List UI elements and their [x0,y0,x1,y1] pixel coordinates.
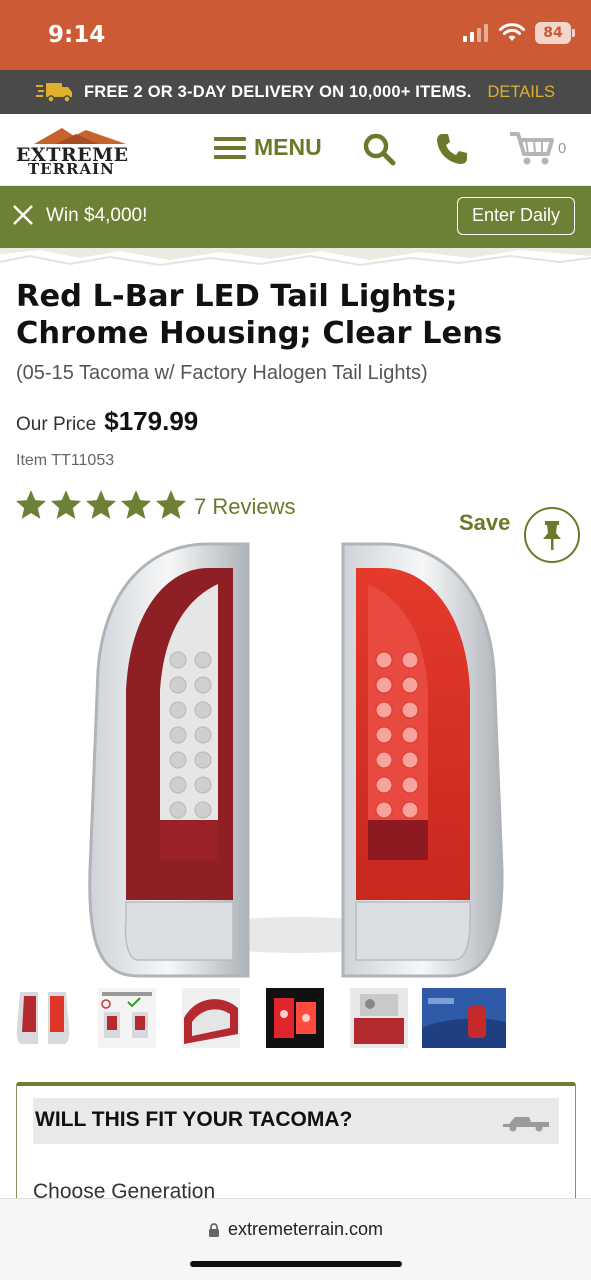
close-icon[interactable] [12,204,34,226]
product-image[interactable] [78,540,518,980]
fitment-header: WILL THIS FIT YOUR TACOMA? [33,1098,559,1144]
product-fitment-subtitle: (05-15 Tacoma w/ Factory Halogen Tail Li… [16,362,428,384]
fitment-title: WILL THIS FIT YOUR TACOMA? [35,1108,353,1131]
status-time: 9:14 [48,22,106,48]
wifi-icon [499,23,525,41]
logo-text-bottom: TERRAIN [28,160,115,178]
reviews-link[interactable]: 7 Reviews [194,494,295,520]
mountain-divider [0,248,591,270]
image-thumbnails [14,988,514,1050]
save-label[interactable]: Save [459,510,510,536]
battery-level: 84 [543,25,563,41]
star-icon [155,490,187,519]
mountain-logo-icon [34,128,126,144]
thumbnail-2[interactable] [98,988,156,1048]
menu-button[interactable]: MENU [214,134,322,161]
thumbnail-4[interactable] [266,988,324,1048]
pin-icon [543,521,561,550]
signal-icon [463,24,488,42]
right-tail-light [341,542,504,978]
truck-icon [503,1117,549,1132]
left-tail-light [88,542,250,978]
browser-bottom-bar: extremeterrain.com [0,1198,591,1280]
status-icons: 84 [463,22,575,44]
cart-count: 0 [558,140,567,157]
thumbnail-6[interactable] [422,988,506,1048]
product-title: Red L-Bar LED Tail Lights; Chrome Housin… [16,279,503,351]
phone-icon[interactable] [435,132,469,166]
save-button[interactable] [524,507,580,563]
price-label: Our Price [16,414,97,435]
win-banner-text: Win $4,000! [46,205,148,226]
price-row: Our Price $179.99 [16,406,198,437]
site-logo[interactable]: EXTREME TERRAIN [16,126,144,178]
hamburger-icon [214,136,246,159]
star-icon [120,490,152,519]
status-bar: 9:14 84 [0,0,591,70]
star-icon [50,490,82,519]
promo-bar[interactable]: FREE 2 OR 3-DAY DELIVERY ON 10,000+ ITEM… [0,70,591,114]
promo-text: FREE 2 OR 3-DAY DELIVERY ON 10,000+ ITEM… [83,82,472,101]
home-indicator[interactable] [190,1261,402,1267]
menu-label: MENU [254,134,322,160]
promo-details-link[interactable]: DETAILS [488,83,556,102]
address-bar[interactable]: extremeterrain.com [0,1219,591,1240]
win-banner: Win $4,000! Enter Daily [0,186,591,248]
thumbnail-3[interactable] [182,988,240,1048]
truck-fast-icon [35,83,72,103]
rating-stars[interactable] [14,488,188,522]
site-header: EXTREME TERRAIN MENU 0 [0,114,591,186]
item-number: Item TT11053 [16,452,115,469]
star-icon [15,490,47,519]
cart-icon[interactable] [508,130,554,166]
lock-icon [208,1223,219,1237]
url-text: extremeterrain.com [227,1219,384,1239]
thumbnail-5[interactable] [350,988,408,1048]
price-value: $179.99 [104,406,199,436]
star-icon [85,490,117,519]
thumbnail-1[interactable] [14,988,72,1048]
enter-daily-button[interactable]: Enter Daily [457,197,575,235]
battery-icon: 84 [535,22,575,44]
search-icon[interactable] [362,132,396,166]
